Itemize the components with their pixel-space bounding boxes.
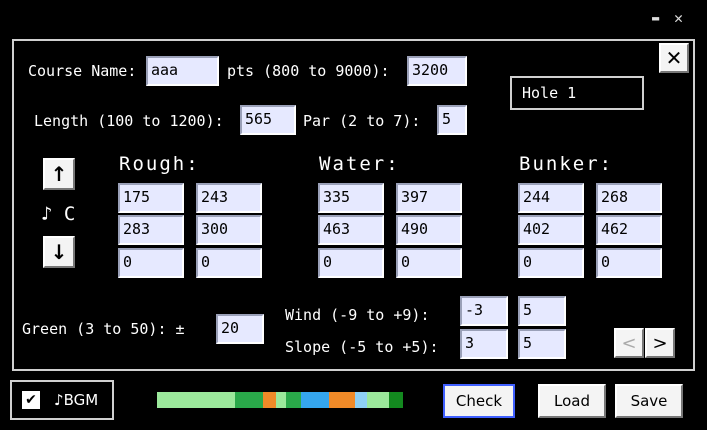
water-input[interactable]: 397 — [396, 183, 462, 213]
green-label: Green (3 to 50): ± — [22, 320, 185, 338]
bunker-input[interactable]: 0 — [518, 248, 584, 278]
color-bar-segment — [286, 392, 301, 408]
load-button[interactable]: Load — [538, 384, 606, 418]
color-bar-segment — [235, 392, 263, 408]
pts-label: pts (800 to 9000): — [227, 62, 390, 80]
rough-input[interactable]: 175 — [118, 183, 184, 213]
green-input[interactable]: 20 — [216, 314, 264, 344]
bunker-header: Bunker: — [519, 153, 614, 175]
water-input[interactable]: 463 — [318, 215, 384, 245]
dialog-close-button[interactable]: ✕ — [659, 43, 689, 73]
rough-input[interactable]: 243 — [196, 183, 262, 213]
bunker-input[interactable]: 462 — [596, 215, 662, 245]
course-name-input[interactable]: aaa — [146, 56, 219, 86]
water-input[interactable]: 335 — [318, 183, 384, 213]
water-input[interactable]: 0 — [396, 248, 462, 278]
course-name-label: Course Name: — [28, 62, 137, 80]
color-bar-segment — [355, 392, 367, 408]
checkmark-icon: ✔ — [25, 392, 37, 408]
bunker-input[interactable]: 402 — [518, 215, 584, 245]
wind-input[interactable]: -3 — [460, 296, 508, 326]
color-bar-segment — [389, 392, 403, 408]
par-input[interactable]: 5 — [437, 105, 467, 135]
slope-input[interactable]: 5 — [518, 329, 566, 359]
slope-input[interactable]: 3 — [460, 329, 508, 359]
hole-indicator: Hole 1 — [510, 76, 644, 110]
par-label: Par (2 to 7): — [303, 112, 421, 130]
window-close-icon[interactable]: ✕ — [674, 10, 683, 26]
save-button-label: Save — [630, 392, 668, 410]
bunker-input[interactable]: 0 — [596, 248, 662, 278]
wind-label: Wind (-9 to +9): — [285, 306, 430, 324]
bunker-input[interactable]: 244 — [518, 183, 584, 213]
scroll-up-button[interactable]: ↑ — [43, 158, 75, 190]
check-button-label: Check — [455, 392, 503, 410]
music-note-label: ♪ C — [41, 203, 76, 225]
save-button[interactable]: Save — [615, 384, 683, 418]
pts-input[interactable]: 3200 — [407, 56, 467, 86]
arrow-down-icon: ↓ — [50, 240, 68, 264]
bunker-input[interactable]: 268 — [596, 183, 662, 213]
rough-input[interactable]: 0 — [118, 248, 184, 278]
chevron-left-icon: < — [621, 332, 637, 354]
hole-label: Hole 1 — [522, 84, 577, 102]
rough-input[interactable]: 283 — [118, 215, 184, 245]
color-bar-segment — [329, 392, 355, 408]
close-icon: ✕ — [665, 46, 683, 70]
rough-input[interactable]: 0 — [196, 248, 262, 278]
color-bar-segment — [301, 392, 329, 408]
check-button[interactable]: Check — [443, 384, 515, 418]
water-input[interactable]: 490 — [396, 215, 462, 245]
arrow-up-icon: ↑ — [50, 162, 68, 186]
color-bar-segment — [276, 392, 286, 408]
slope-label: Slope (-5 to +5): — [285, 338, 439, 356]
terrain-color-bar — [157, 392, 403, 408]
load-button-label: Load — [554, 392, 590, 410]
length-label: Length (100 to 1200): — [34, 112, 224, 130]
scroll-down-button[interactable]: ↓ — [43, 236, 75, 268]
minimize-icon[interactable]: ▬ — [652, 11, 659, 25]
wind-input[interactable]: 5 — [518, 296, 566, 326]
water-input[interactable]: 0 — [318, 248, 384, 278]
color-bar-segment — [263, 392, 276, 408]
color-bar-segment — [367, 392, 389, 408]
bgm-label: ♪BGM — [54, 391, 99, 409]
rough-header: Rough: — [119, 153, 200, 175]
chevron-right-icon: > — [652, 332, 668, 354]
next-hole-button[interactable]: > — [645, 328, 675, 358]
color-bar-segment — [157, 392, 235, 408]
water-header: Water: — [319, 153, 400, 175]
prev-hole-button[interactable]: < — [614, 328, 644, 358]
rough-input[interactable]: 300 — [196, 215, 262, 245]
length-input[interactable]: 565 — [240, 105, 296, 135]
bgm-checkbox[interactable]: ✔ — [22, 391, 40, 409]
